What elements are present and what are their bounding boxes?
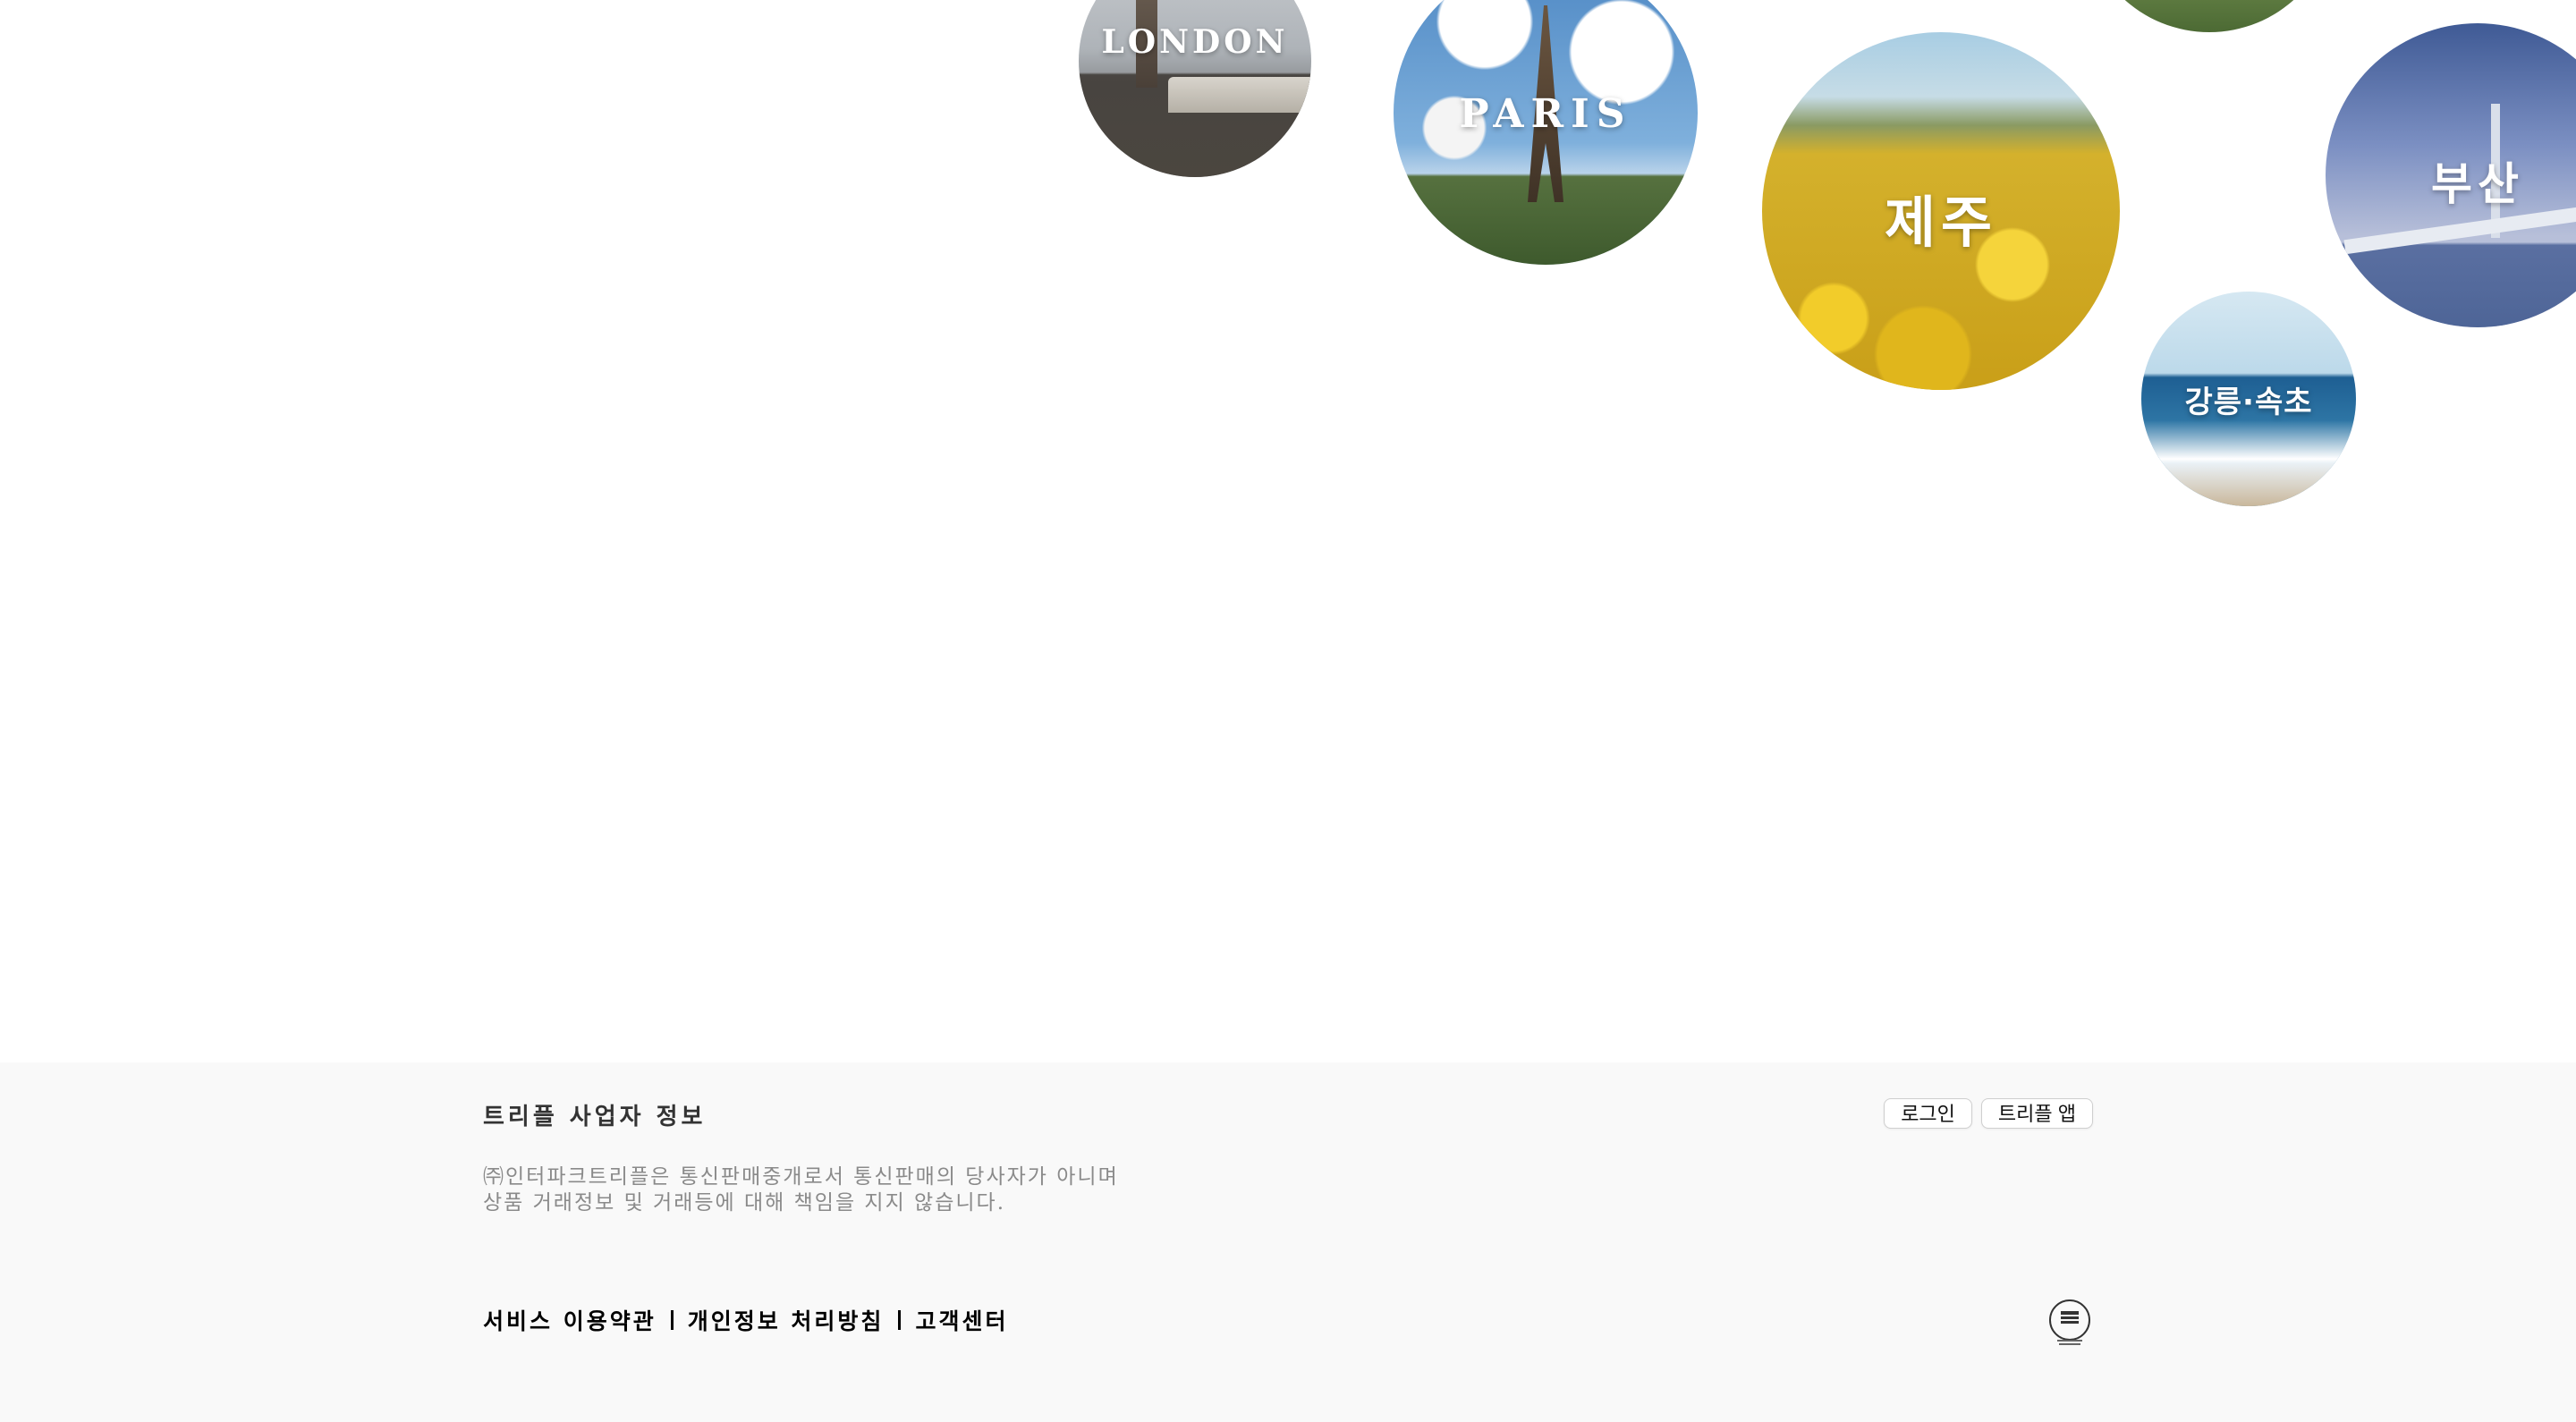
destination-london[interactable]: LONDON: [1079, 0, 1311, 177]
destination-gangneung-sokcho[interactable]: 강릉·속초: [2141, 292, 2356, 506]
page: LONDON PARIS 제주 부산 강릉·속초 트리플 사업자 정보 ㈜인터파…: [0, 0, 2576, 1422]
link-divider: [898, 1310, 902, 1330]
disclaimer-line: ㈜인터파크트리플은 통신판매중개로서 통신판매의 당사자가 아니며: [483, 1165, 1119, 1189]
link-divider: [670, 1310, 674, 1330]
footer-disclaimer: ㈜인터파크트리플은 통신판매중개로서 통신판매의 당사자가 아니며 상품 거래정…: [483, 1164, 1216, 1216]
disclaimer-line: 상품 거래정보 및 거래등에 대해 책임을 지지 않습니다.: [483, 1191, 1006, 1215]
destination-label: PARIS: [1459, 91, 1632, 137]
footer-links: 서비스 이용약관 개인정보 처리방침 고객센터: [483, 1304, 1008, 1336]
destination-partial[interactable]: [2084, 0, 2334, 32]
customer-center-link[interactable]: 고객센터: [915, 1304, 1008, 1336]
footer-title: 트리플 사업자 정보: [483, 1104, 707, 1130]
destination-label: LONDON: [1101, 23, 1289, 61]
triple-app-button[interactable]: 트리플 앱: [1980, 1098, 2093, 1129]
privacy-policy-link[interactable]: 개인정보 처리방침: [688, 1304, 885, 1336]
dnv-certification-badge-icon: [2046, 1297, 2093, 1350]
destination-label: 제주: [1884, 190, 1998, 255]
destination-paris[interactable]: PARIS: [1394, 0, 1698, 265]
terms-of-service-link[interactable]: 서비스 이용약관: [483, 1304, 657, 1336]
destination-jeju[interactable]: 제주: [1762, 32, 2120, 390]
destination-label: 강릉·속초: [2184, 385, 2313, 420]
destination-busan[interactable]: 부산: [2326, 23, 2576, 327]
login-button[interactable]: 로그인: [1884, 1098, 1972, 1129]
destination-label: 부산: [2431, 158, 2524, 210]
footer-buttons: 로그인 트리플 앱: [1884, 1098, 2093, 1129]
footer: 트리플 사업자 정보 ㈜인터파크트리플은 통신판매중개로서 통신판매의 당사자가…: [0, 1062, 2576, 1422]
westminster-bridge-shape: [1168, 77, 1311, 113]
destination-photo: [2084, 0, 2334, 32]
